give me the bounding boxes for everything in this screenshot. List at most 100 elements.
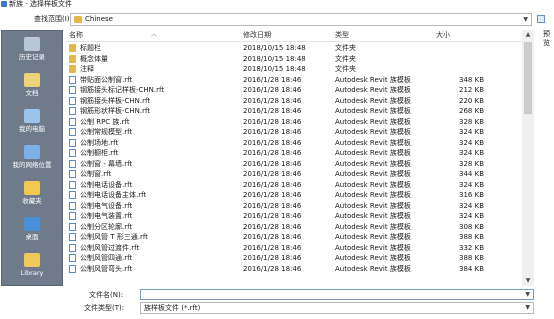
file-date: 2016/1/28 18:46 bbox=[243, 117, 302, 126]
family-template-file-icon bbox=[69, 96, 76, 105]
file-size: 324 KB bbox=[459, 138, 484, 147]
place-label: 收藏夹 bbox=[22, 197, 42, 205]
column-header-name[interactable]: 名称 bbox=[69, 30, 83, 41]
file-name: 公制窗 - 幕墙.rft bbox=[80, 159, 133, 168]
file-size: 220 KB bbox=[459, 96, 484, 105]
vertical-scrollbar[interactable]: ▲ ▼ bbox=[522, 30, 534, 286]
file-date: 2016/1/28 18:46 bbox=[243, 264, 302, 273]
file-row[interactable]: 公制电气设备.rft 2016/1/28 18:46 Autodesk Revit … bbox=[66, 201, 522, 211]
file-row[interactable]: 公制风管弯头.rft 2016/1/28 18:46 Autodesk Revit … bbox=[66, 264, 522, 274]
file-size: 324 KB bbox=[459, 212, 484, 220]
place-label: 历史记录 bbox=[19, 53, 45, 61]
filename-input[interactable]: ▼ bbox=[140, 289, 534, 300]
file-row[interactable]: 钢筋接头样板-CHN.rft 2016/1/28 18:46 Autodesk Re… bbox=[66, 96, 522, 106]
file-type: Autodesk Revit 族模板 bbox=[335, 138, 411, 147]
lookin-dropdown[interactable]: Chinese ▼ bbox=[70, 13, 532, 26]
file-row[interactable]: 公制电气装置.rft 2016/1/28 18:46 Autodesk Revit … bbox=[66, 211, 522, 221]
place-item[interactable]: 我的网络位置 bbox=[2, 143, 62, 177]
file-row[interactable]: 标题栏 2018/10/15 18:48 文件夹 bbox=[66, 43, 522, 53]
file-date: 2016/1/28 18:46 bbox=[243, 212, 302, 220]
file-row[interactable]: 公制分区轮廓.rft 2016/1/28 18:46 Autodesk Revit … bbox=[66, 222, 522, 232]
file-type: Autodesk Revit 族模板 bbox=[335, 117, 411, 126]
desktop-icon bbox=[24, 217, 40, 231]
family-template-file-icon bbox=[69, 75, 76, 84]
file-name: 公制电气设备.rft bbox=[80, 201, 133, 210]
scroll-down-icon[interactable]: ▼ bbox=[522, 276, 534, 286]
file-name: 公制场地.rft bbox=[80, 138, 119, 147]
back-icon[interactable] bbox=[537, 15, 545, 23]
file-type: Autodesk Revit 族模板 bbox=[335, 180, 411, 189]
place-item[interactable]: 收藏夹 bbox=[2, 179, 62, 213]
column-header-size[interactable]: 大小 bbox=[436, 30, 450, 41]
filetype-dropdown[interactable]: 族样板文件 (*.rft) ▼ bbox=[140, 302, 534, 314]
family-template-file-icon bbox=[69, 159, 76, 168]
file-date: 2018/10/15 18:48 bbox=[243, 54, 306, 63]
places-bar: 历史记录文档我的电脑我的网络位置收藏夹桌面 Library bbox=[1, 30, 63, 286]
file-size: 348 KB bbox=[459, 75, 484, 84]
place-label: 我的电脑 bbox=[19, 125, 45, 133]
file-row[interactable]: 公制 RPC 族.rft 2016/1/28 18:46 Autodesk Revi… bbox=[66, 117, 522, 127]
scrollbar-thumb[interactable] bbox=[524, 42, 532, 114]
file-size: 328 KB bbox=[459, 117, 484, 126]
file-type: Autodesk Revit 族模板 bbox=[335, 212, 411, 220]
file-list[interactable]: 名称 ︿ 修改日期 类型 大小 标题栏 2018/10/15 18:48 文件夹 概念… bbox=[66, 30, 534, 286]
family-template-file-icon bbox=[69, 233, 76, 241]
file-name: 公制电话设备主体.rft bbox=[80, 191, 147, 199]
file-date: 2016/1/28 18:46 bbox=[243, 254, 302, 262]
chevron-down-icon: ▼ bbox=[523, 16, 528, 23]
file-type: Autodesk Revit 族模板 bbox=[335, 128, 411, 136]
column-header-date[interactable]: 修改日期 bbox=[243, 30, 271, 41]
scroll-up-icon[interactable]: ▲ bbox=[522, 30, 534, 40]
file-name: 概念体量 bbox=[80, 54, 108, 63]
app-icon bbox=[1, 1, 7, 7]
chevron-down-icon[interactable]: ▼ bbox=[525, 290, 530, 299]
file-row[interactable]: 公制电话设备主体.rft 2016/1/28 18:46 Autodesk Revi… bbox=[66, 190, 522, 200]
place-label: Library bbox=[20, 269, 44, 277]
file-date: 2016/1/28 18:46 bbox=[243, 96, 302, 105]
file-size: 328 KB bbox=[459, 159, 484, 168]
family-template-file-icon bbox=[69, 180, 76, 189]
file-size: 324 KB bbox=[459, 128, 484, 136]
file-date: 2018/10/15 18:48 bbox=[243, 44, 306, 52]
column-header-type[interactable]: 类型 bbox=[335, 30, 349, 41]
place-item[interactable]: 文档 bbox=[2, 71, 62, 105]
file-row[interactable]: 公制橱柜.rft 2016/1/28 18:46 Autodesk Revit 族模… bbox=[66, 148, 522, 158]
file-row[interactable]: 公制风管过渡件.rft 2016/1/28 18:46 Autodesk Revit… bbox=[66, 243, 522, 253]
folder-icon bbox=[69, 44, 76, 52]
family-template-file-icon bbox=[69, 149, 76, 157]
family-template-file-icon bbox=[69, 254, 76, 262]
place-label: 桌面 bbox=[25, 233, 39, 241]
filename-label: 文件名(N): bbox=[89, 291, 124, 299]
file-size: 388 KB bbox=[459, 254, 484, 262]
favorites-icon bbox=[24, 181, 40, 195]
file-row[interactable]: 公制风管四通.rft 2016/1/28 18:46 Autodesk Revit … bbox=[66, 253, 522, 263]
file-row[interactable]: 概念体量 2018/10/15 18:48 文件夹 bbox=[66, 54, 522, 64]
place-item[interactable]: 历史记录 bbox=[2, 35, 62, 69]
file-row[interactable]: 公制电话设备.rft 2016/1/28 18:46 Autodesk Revit … bbox=[66, 180, 522, 190]
file-row[interactable]: 公制窗.rft 2016/1/28 18:46 Autodesk Revit 族模板… bbox=[66, 169, 522, 179]
family-template-file-icon bbox=[69, 138, 76, 147]
file-row[interactable]: 注释 2018/10/15 18:48 文件夹 bbox=[66, 64, 522, 74]
family-template-file-icon bbox=[69, 170, 76, 178]
file-date: 2018/10/15 18:48 bbox=[243, 65, 306, 73]
file-date: 2016/1/28 18:46 bbox=[243, 233, 302, 241]
place-item[interactable]: 我的电脑 bbox=[2, 107, 62, 141]
file-name: 公制风管 T 形三通.rft bbox=[80, 233, 148, 241]
family-template-file-icon bbox=[69, 117, 76, 126]
file-row[interactable]: 公制风管 T 形三通.rft 2016/1/28 18:46 Autodesk Re… bbox=[66, 232, 522, 242]
file-row[interactable]: 钢筋接头标记样板-CHN.rft 2016/1/28 18:46 Autodesk … bbox=[66, 85, 522, 95]
place-item[interactable]: Library bbox=[2, 251, 62, 285]
filetype-label: 文件类型(T): bbox=[84, 304, 125, 312]
file-row[interactable]: 公制场地.rft 2016/1/28 18:46 Autodesk Revit 族模… bbox=[66, 138, 522, 148]
file-row[interactable]: 钢筋形状样板-CHN.rft 2016/1/28 18:46 Autodesk Re… bbox=[66, 106, 522, 116]
folder-icon bbox=[74, 16, 82, 23]
chevron-down-icon: ▼ bbox=[525, 304, 530, 311]
file-row[interactable]: 公制常规模型.rft 2016/1/28 18:46 Autodesk Revit … bbox=[66, 127, 522, 137]
window-title: 新族 - 选择样板文件 bbox=[9, 0, 72, 8]
file-row[interactable]: 公制窗 - 幕墙.rft 2016/1/28 18:46 Autodesk Revi… bbox=[66, 159, 522, 169]
family-template-file-icon bbox=[69, 86, 76, 94]
file-row[interactable]: 带贴面公制窗.rft 2016/1/28 18:46 Autodesk Revit … bbox=[66, 75, 522, 85]
place-item[interactable]: 桌面 bbox=[2, 215, 62, 249]
folder-icon bbox=[69, 65, 76, 73]
family-template-file-icon bbox=[69, 128, 76, 136]
